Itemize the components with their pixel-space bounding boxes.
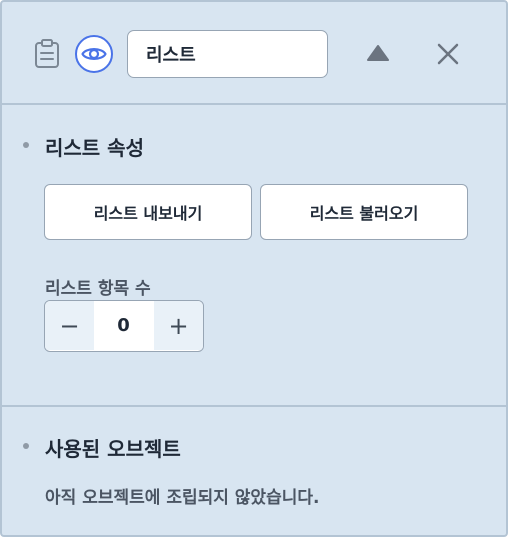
list-properties-title: 리스트 속성 <box>45 136 144 160</box>
export-list-button[interactable]: 리스트 내보내기 <box>44 184 252 240</box>
eye-icon <box>81 48 107 60</box>
list-properties-panel: 리스트 속성 리스트 내보내기 리스트 불러오기 리스트 항목 수 − 0 + … <box>0 0 508 537</box>
section-divider <box>2 405 506 407</box>
item-count-stepper: − 0 + <box>44 300 204 352</box>
visibility-toggle-button[interactable] <box>75 35 113 73</box>
used-objects-title: 사용된 오브젝트 <box>45 437 181 461</box>
import-list-button[interactable]: 리스트 불러오기 <box>260 184 468 240</box>
header-divider <box>2 103 506 105</box>
section-bullet <box>23 443 29 449</box>
item-count-value[interactable]: 0 <box>94 301 153 350</box>
list-name-input[interactable] <box>127 30 328 78</box>
item-count-label: 리스트 항목 수 <box>45 279 151 299</box>
increment-button[interactable]: + <box>154 301 203 350</box>
panel-header <box>2 2 506 104</box>
triangle-up-icon[interactable] <box>362 40 394 68</box>
close-icon[interactable] <box>432 38 464 70</box>
section-bullet <box>23 142 29 148</box>
empty-objects-message: 아직 오브젝트에 조립되지 않았습니다. <box>45 488 320 508</box>
clipboard-icon[interactable] <box>33 39 61 69</box>
decrement-button[interactable]: − <box>45 301 94 350</box>
